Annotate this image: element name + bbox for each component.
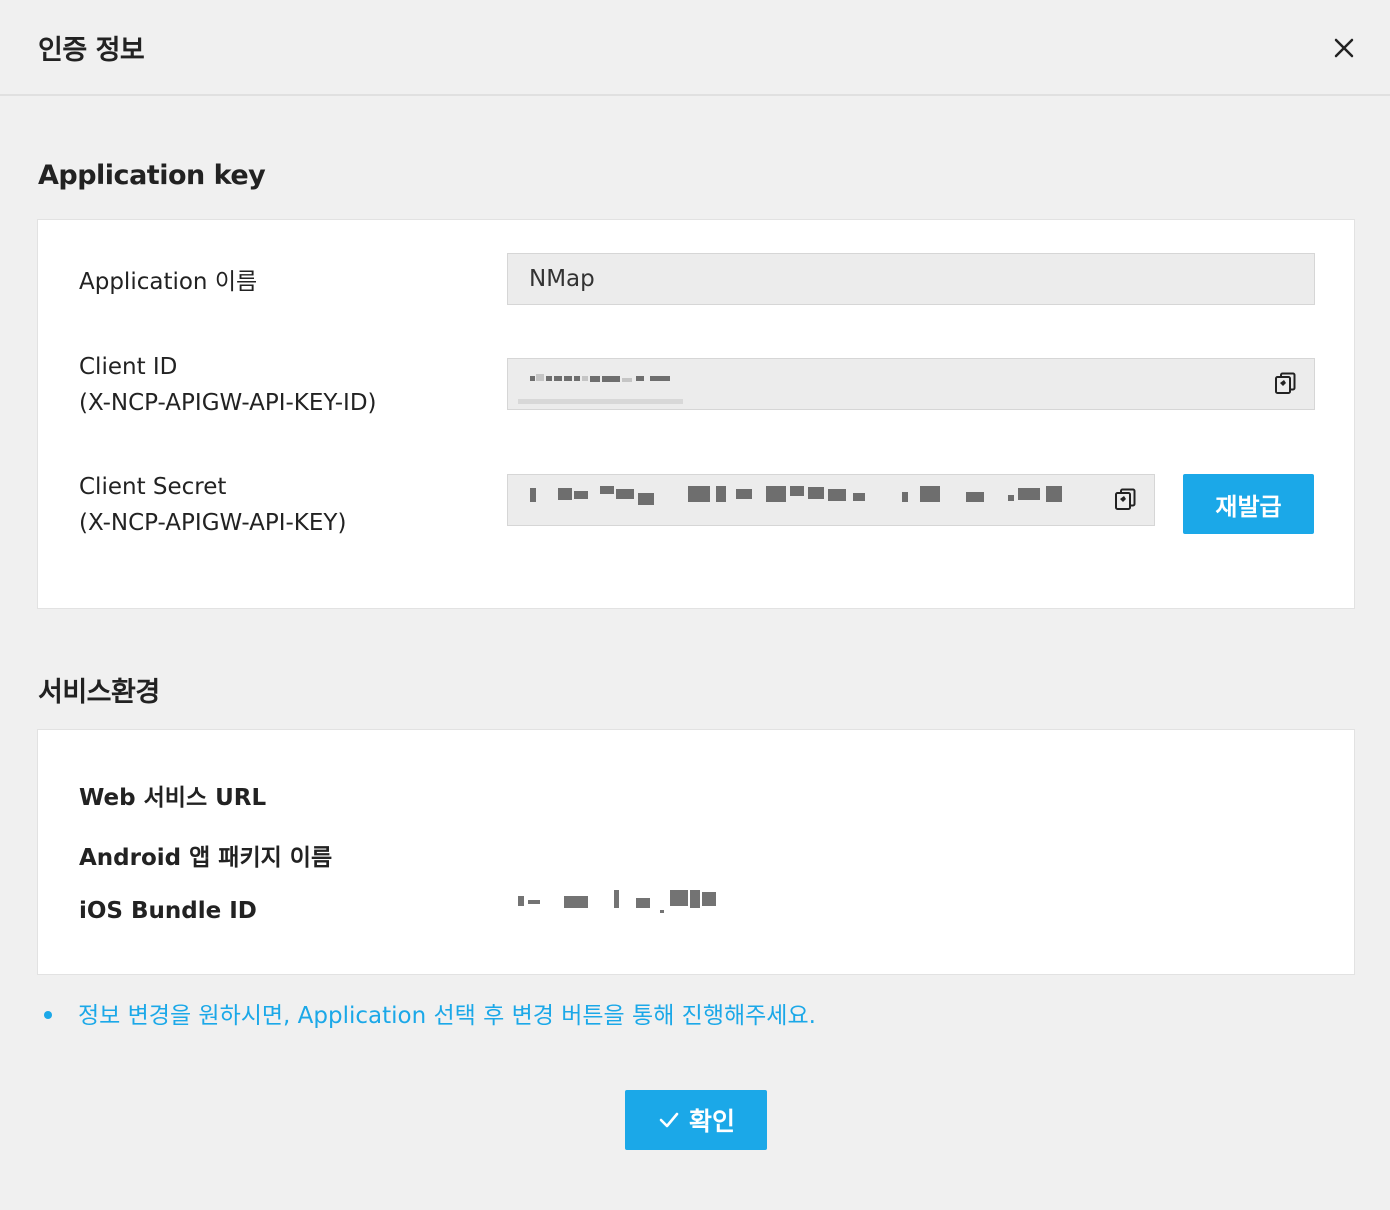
android-package-label: Android 앱 패키지 이름 — [79, 845, 333, 871]
redacted-char — [966, 492, 984, 502]
service-env-panel: Web 서비스 URL Android 앱 패키지 이름 iOS Bundle … — [37, 729, 1355, 975]
redacted-char — [546, 376, 552, 381]
redacted-char — [638, 493, 654, 505]
client-secret-label-line1: Client Secret — [79, 474, 227, 500]
redacted-char — [670, 890, 688, 906]
redacted-char — [582, 376, 588, 381]
client-id-field[interactable] — [507, 358, 1315, 410]
redacted-char — [636, 376, 644, 381]
copy-icon[interactable] — [1113, 487, 1139, 513]
redacted-char — [616, 489, 634, 499]
redacted-char — [600, 486, 614, 494]
redacted-char — [558, 488, 572, 500]
redacted-char — [808, 487, 824, 499]
dialog-title: 인증 정보 — [38, 35, 145, 66]
redacted-underline — [518, 399, 683, 404]
redacted-char — [688, 486, 710, 502]
redacted-char — [920, 486, 940, 502]
redacted-char — [530, 376, 535, 381]
redacted-char — [564, 896, 588, 908]
redacted-char — [622, 378, 632, 382]
app-name-label: Application 이름 — [79, 269, 258, 295]
redacted-char — [554, 376, 562, 381]
redacted-char — [766, 486, 786, 502]
app-name-field: NMap — [507, 253, 1315, 305]
confirm-button[interactable]: 확인 — [625, 1090, 767, 1150]
ios-bundle-id-label: iOS Bundle ID — [79, 898, 257, 924]
redacted-char — [1008, 495, 1014, 501]
redacted-char — [574, 491, 588, 499]
client-id-label-line2: (X-NCP-APIGW-API-KEY-ID) — [79, 390, 377, 416]
application-key-heading: Application key — [38, 160, 266, 191]
service-env-heading: 서비스환경 — [38, 677, 160, 708]
copy-icon[interactable] — [1273, 371, 1299, 397]
redacted-char — [528, 900, 540, 904]
client-secret-label-line2: (X-NCP-APIGW-API-KEY) — [79, 510, 347, 536]
application-key-panel: Application 이름 NMap Client ID (X-NCP-API… — [37, 219, 1355, 609]
info-notice-text: 정보 변경을 원하시면, Application 선택 후 변경 버튼을 통해 … — [78, 1003, 816, 1029]
redacted-char — [790, 486, 804, 496]
redacted-char — [636, 898, 650, 908]
redacted-char — [716, 486, 726, 502]
redacted-char — [660, 910, 664, 913]
redacted-char — [574, 376, 580, 381]
redacted-char — [1018, 488, 1040, 500]
redacted-char — [1046, 486, 1062, 502]
close-icon — [1334, 38, 1354, 58]
ios-bundle-id-value — [518, 888, 738, 918]
redacted-char — [690, 890, 700, 908]
check-icon — [659, 1112, 679, 1128]
client-id-label-line1: Client ID — [79, 354, 178, 380]
redacted-char — [564, 376, 572, 381]
redacted-char — [518, 896, 524, 906]
redacted-char — [828, 489, 846, 501]
redacted-char — [530, 488, 536, 502]
redacted-char — [602, 376, 620, 382]
redacted-char — [590, 376, 600, 382]
redacted-char — [536, 374, 544, 381]
client-id-label: Client ID (X-NCP-APIGW-API-KEY-ID) — [79, 349, 377, 421]
bullet-icon — [44, 1010, 52, 1019]
confirm-label: 확인 — [688, 1107, 735, 1136]
redacted-char — [853, 493, 865, 501]
close-button[interactable] — [1326, 30, 1362, 66]
info-notice: 정보 변경을 원하시면, Application 선택 후 변경 버튼을 통해 … — [44, 996, 816, 1030]
redacted-char — [736, 489, 752, 499]
client-secret-label: Client Secret (X-NCP-APIGW-API-KEY) — [79, 469, 346, 541]
reissue-button[interactable]: 재발급 — [1183, 474, 1314, 534]
web-service-url-label: Web 서비스 URL — [79, 785, 267, 811]
redacted-char — [902, 492, 908, 502]
redacted-char — [702, 892, 716, 906]
dialog-header: 인증 정보 — [0, 0, 1390, 96]
client-secret-field[interactable] — [507, 474, 1155, 526]
redacted-char — [650, 376, 670, 381]
redacted-char — [614, 890, 619, 908]
